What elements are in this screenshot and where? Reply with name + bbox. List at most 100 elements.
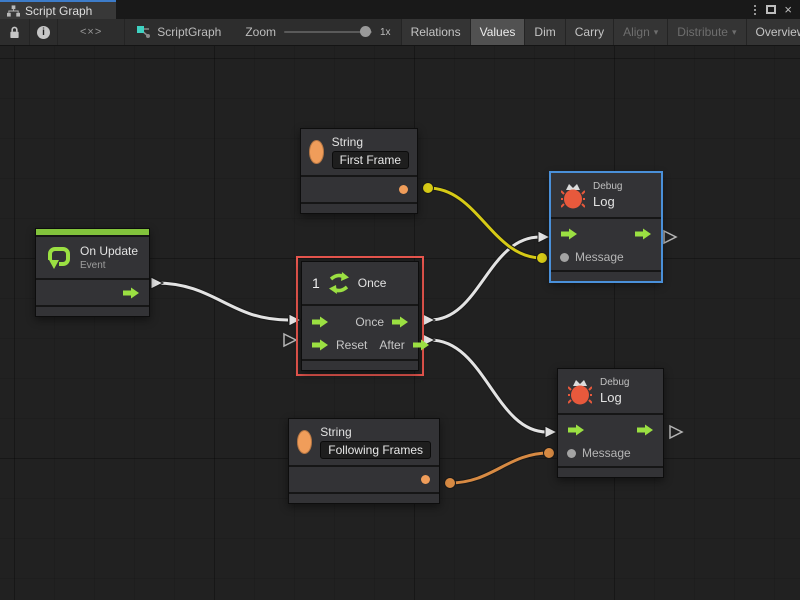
align-dropdown[interactable]: Align ▾ [613,19,667,45]
wire-string-to-message-top[interactable] [428,188,542,258]
node-debug-log-top[interactable]: Debug Log Message [550,172,662,282]
wire-endpoint-dot [445,478,456,489]
once-cycle-icon [328,271,350,295]
wire-endpoint-dot [544,448,555,459]
graph-name-label: ScriptGraph [157,25,221,39]
wire-end-arrow [538,231,550,243]
node-footer [551,272,661,281]
node-debug-log-bottom[interactable]: Debug Log Message [557,368,664,478]
wire-end-arrow [545,426,557,438]
distribute-dropdown[interactable]: Distribute ▾ [667,19,745,45]
debugbottom-out-hint[interactable] [670,426,682,438]
window-menu-icon[interactable] [752,3,758,17]
toolbar-buttons: Relations Values Dim Carry Align ▾ Distr… [401,19,800,45]
tab-label: Script Graph [25,4,92,18]
string-output-port[interactable] [399,185,408,194]
node-once[interactable]: 1 Once [301,261,419,371]
reset-input-label: Reset [336,338,367,352]
once-exec-input-port[interactable] [311,316,329,328]
node-footer [558,468,663,477]
carry-button[interactable]: Carry [565,19,613,45]
message-input-port[interactable] [560,253,569,262]
log-exec-input-port[interactable] [560,228,578,240]
wire-start-arrow [423,314,435,326]
node-on-update[interactable]: On Update Event [35,228,150,317]
wire-after-to-debugbottom[interactable] [430,340,547,432]
reset-input-port[interactable] [311,339,329,351]
string-output-port[interactable] [421,475,430,484]
debugtop-out-hint[interactable] [664,231,676,243]
node-title: Once [358,276,387,290]
string-type-icon [309,140,324,164]
graph-breadcrumb[interactable]: ScriptGraph [125,19,235,45]
overview-button[interactable]: Overview [746,19,800,45]
node-string-following-frames[interactable]: String Following Frames [288,418,440,504]
zoom-value: 1x [380,27,391,38]
zoom-control: Zoom 1x [235,19,400,45]
message-input-port[interactable] [567,449,576,458]
wire-onupdate-to-once[interactable] [156,283,288,320]
node-footer [36,307,149,316]
once-output-port[interactable] [391,316,409,328]
info-icon: i [37,26,50,39]
close-icon[interactable]: × [784,3,792,16]
dim-button[interactable]: Dim [524,19,564,45]
node-subtitle: Event [80,260,138,271]
bug-icon [568,378,592,405]
node-footer [302,361,418,370]
distribute-label: Distribute [677,25,728,39]
log-exec-output-port[interactable] [636,424,654,436]
node-title: Log [600,390,629,405]
graph-canvas[interactable]: On Update Event String First Frame [0,46,800,600]
zoom-slider-handle[interactable] [360,26,371,37]
after-output-port[interactable] [412,339,430,351]
wire-endpoint-dot [423,183,434,194]
node-footer [301,204,417,213]
code-view-button[interactable]: <×> [58,19,125,45]
node-title: On Update [80,244,138,258]
reset-port-hint[interactable] [284,334,296,346]
node-string-first-frame[interactable]: String First Frame [300,128,418,214]
node-category: Debug [593,181,622,192]
exec-output-port[interactable] [122,287,140,299]
inspector-toggle-button[interactable]: i [30,19,58,45]
node-title: String [320,425,431,439]
tab-bar: Script Graph × [0,0,800,19]
event-accent-bar [36,229,149,235]
zoom-slider[interactable] [284,31,372,33]
relations-button[interactable]: Relations [401,19,470,45]
log-exec-input-port[interactable] [567,424,585,436]
once-output-label: Once [355,315,384,329]
wire-start-arrow [151,277,163,289]
log-exec-output-port[interactable] [634,228,652,240]
window-controls: × [752,0,800,19]
string-type-icon [297,430,312,454]
wire-endpoint-dot [537,253,548,264]
lock-button[interactable] [0,19,30,45]
chevron-down-icon: ▾ [654,27,659,38]
string-value-input[interactable]: First Frame [332,151,409,169]
script-graph-window: Script Graph × i <×> ScriptGraph [0,0,800,600]
wire-once-to-debugtop[interactable] [430,237,540,320]
wire-string-to-message-bottom[interactable] [450,453,549,483]
message-label: Message [582,446,631,460]
node-title: Log [593,194,622,209]
bug-icon [561,182,585,209]
node-category: Debug [600,377,629,388]
message-label: Message [575,250,624,264]
graph-toolbar: i <×> ScriptGraph Zoom 1x Relations Valu… [0,19,800,46]
align-label: Align [623,25,650,39]
once-count-badge: 1 [312,275,320,291]
string-value-input[interactable]: Following Frames [320,441,431,459]
lock-icon [9,26,20,39]
tab-script-graph[interactable]: Script Graph [0,0,116,19]
chevron-down-icon: ▾ [732,27,737,38]
script-graph-icon [137,26,151,39]
graph-tab-icon [7,5,20,17]
after-output-label: After [379,338,404,352]
node-footer [289,494,439,503]
selection-outline: 1 Once [296,256,424,376]
values-button[interactable]: Values [470,19,525,45]
maximize-icon[interactable] [766,5,776,14]
node-title: String [332,135,409,149]
